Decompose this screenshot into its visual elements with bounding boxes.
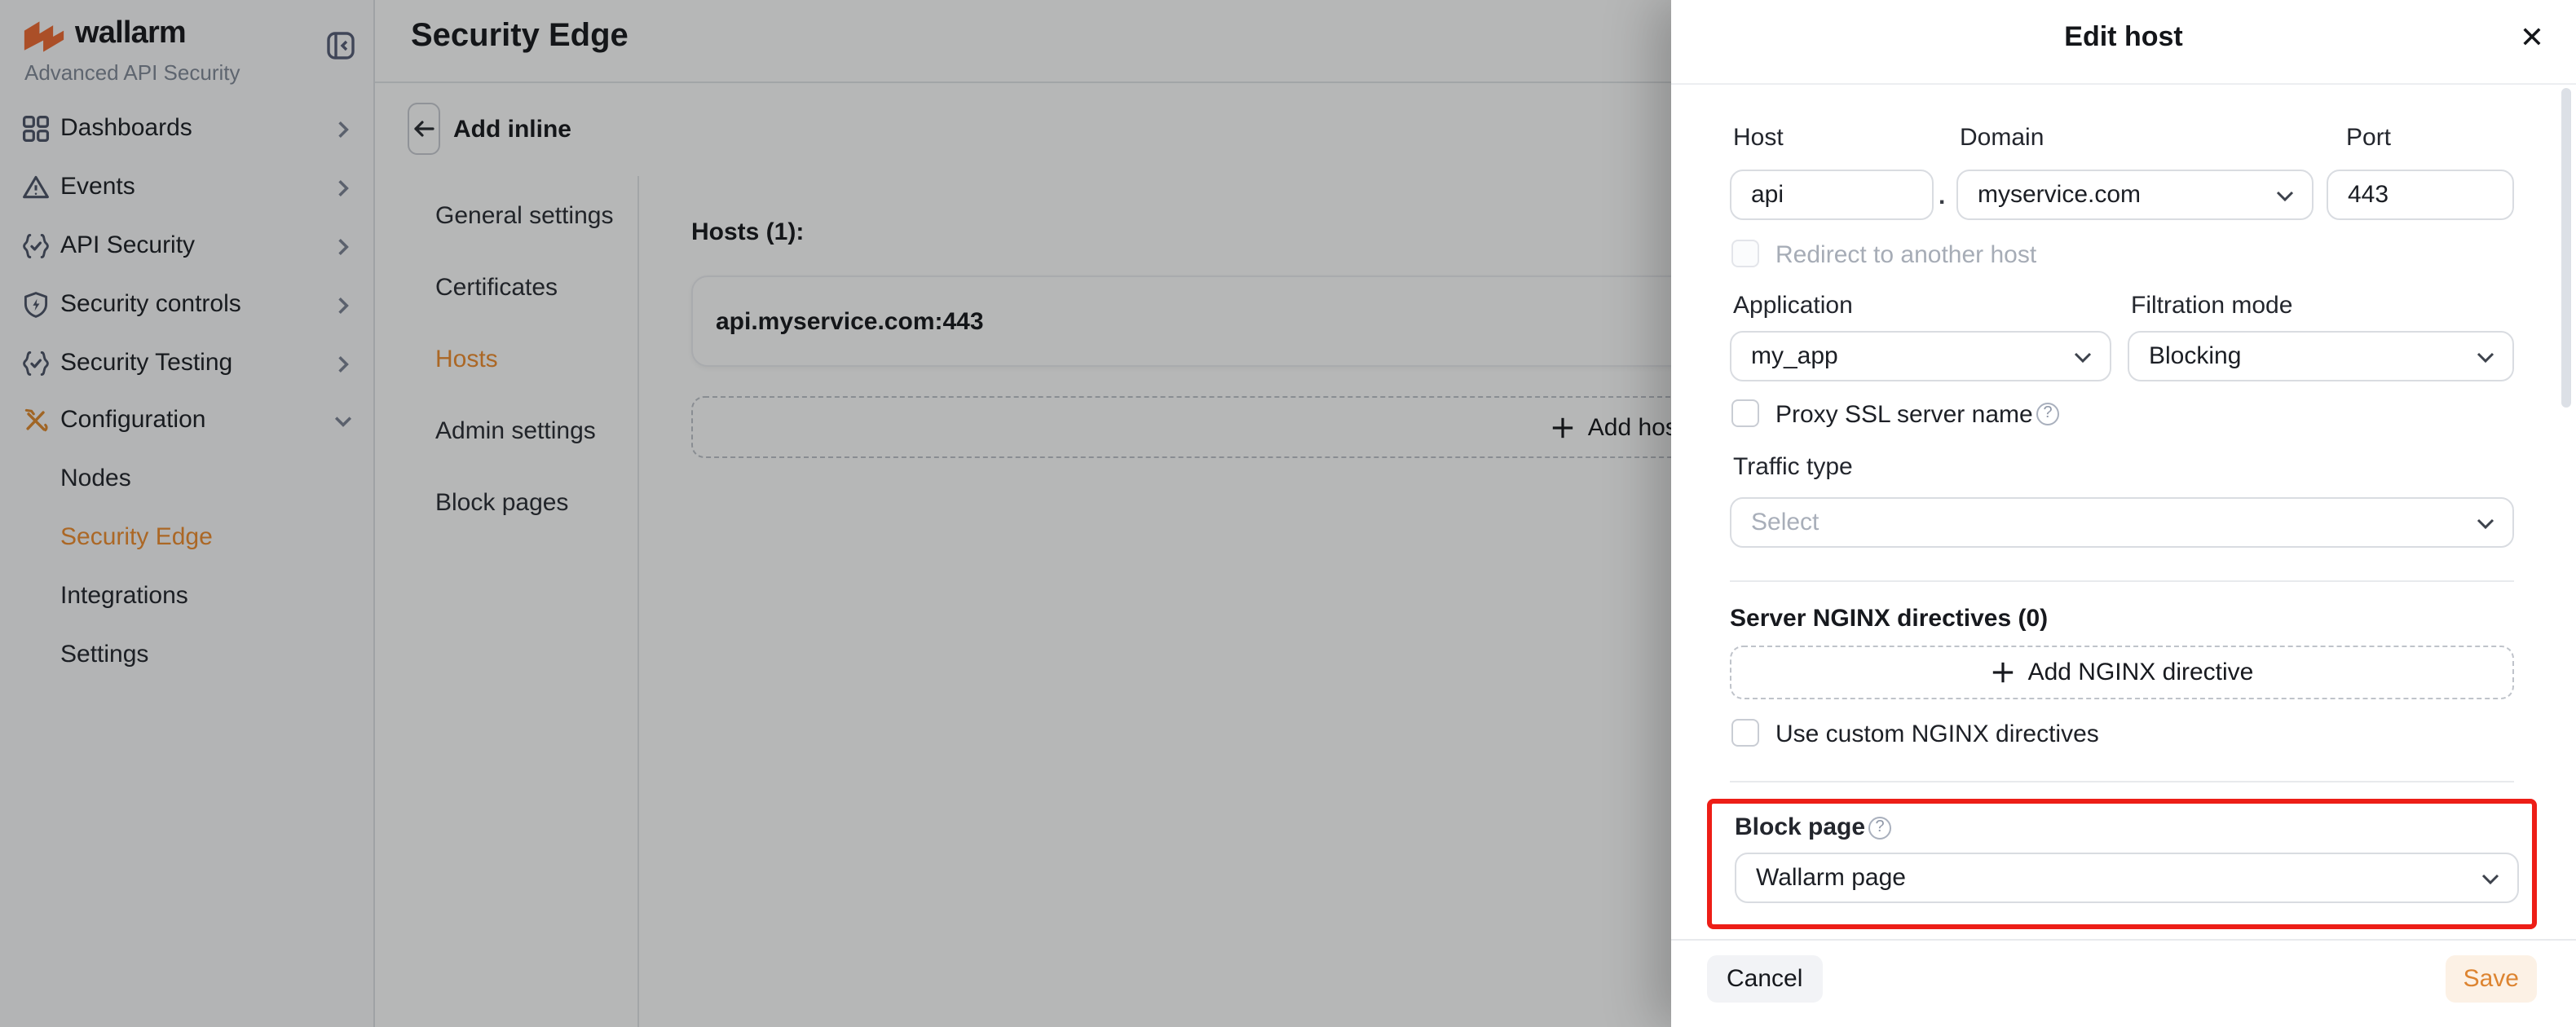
redirect-checkbox [1731, 240, 1759, 267]
cancel-button[interactable]: Cancel [1707, 955, 1822, 1003]
chevron-down-icon [2477, 518, 2494, 530]
filtration-mode-select[interactable]: Blocking [2128, 331, 2514, 381]
host-label: Host [1733, 124, 1784, 152]
filtration-mode-label: Filtration mode [2131, 292, 2292, 320]
block-page-highlight: Block page ? Wallarm page [1707, 799, 2537, 929]
domain-select[interactable]: myservice.com [1956, 170, 2314, 220]
edit-host-drawer: Edit host ✕ Host Domain Port . myservice… [1671, 0, 2576, 1027]
chevron-down-icon [2074, 352, 2092, 364]
drawer-scrollbar[interactable] [2561, 88, 2571, 408]
block-page-label: Block page [1735, 813, 1865, 841]
port-input[interactable] [2327, 170, 2514, 220]
chevron-down-icon [2477, 352, 2494, 364]
add-nginx-directive-label: Add NGINX directive [2028, 659, 2254, 686]
traffic-type-select[interactable]: Select [1730, 497, 2514, 548]
block-page-select-value: Wallarm page [1756, 864, 1906, 892]
main-page: wallarm Advanced API Security Dashboards [0, 0, 1671, 1027]
traffic-type-label: Traffic type [1733, 453, 1853, 481]
save-button[interactable]: Save [2446, 955, 2537, 1003]
drawer-footer-divider [1671, 939, 2576, 941]
modal-overlay [0, 0, 1671, 1027]
app-root: wallarm Advanced API Security Dashboards [0, 0, 2576, 1027]
use-custom-nginx-checkbox[interactable] [1731, 719, 1759, 747]
drawer-title: Edit host [1671, 21, 2576, 54]
host-domain-separator: . [1939, 183, 1945, 210]
filtration-mode-select-value: Blocking [2149, 342, 2241, 370]
application-label: Application [1733, 292, 1853, 320]
nginx-directives-heading: Server NGINX directives (0) [1730, 605, 2048, 633]
section-divider [1730, 781, 2514, 782]
application-select[interactable]: my_app [1730, 331, 2111, 381]
domain-label: Domain [1960, 124, 2044, 152]
drawer-header-divider [1671, 83, 2576, 85]
chevron-down-icon [2276, 191, 2294, 202]
proxy-ssl-checkbox[interactable] [1731, 399, 1759, 427]
add-nginx-directive-button[interactable]: Add NGINX directive [1730, 646, 2514, 699]
help-icon[interactable]: ? [2036, 403, 2059, 425]
domain-select-value: myservice.com [1978, 181, 2141, 209]
application-select-value: my_app [1751, 342, 1838, 370]
use-custom-nginx-label: Use custom NGINX directives [1775, 721, 2099, 748]
block-page-select[interactable]: Wallarm page [1735, 853, 2519, 903]
port-label: Port [2346, 124, 2391, 152]
host-input[interactable] [1730, 170, 1934, 220]
redirect-label: Redirect to another host [1775, 241, 2036, 269]
section-divider [1730, 580, 2514, 582]
close-icon[interactable]: ✕ [2511, 16, 2553, 59]
traffic-type-placeholder: Select [1751, 509, 1819, 536]
help-icon[interactable]: ? [1868, 817, 1891, 840]
plus-icon [1991, 660, 2015, 685]
chevron-down-icon [2481, 874, 2499, 885]
proxy-ssl-label: Proxy SSL server name [1775, 401, 2033, 429]
